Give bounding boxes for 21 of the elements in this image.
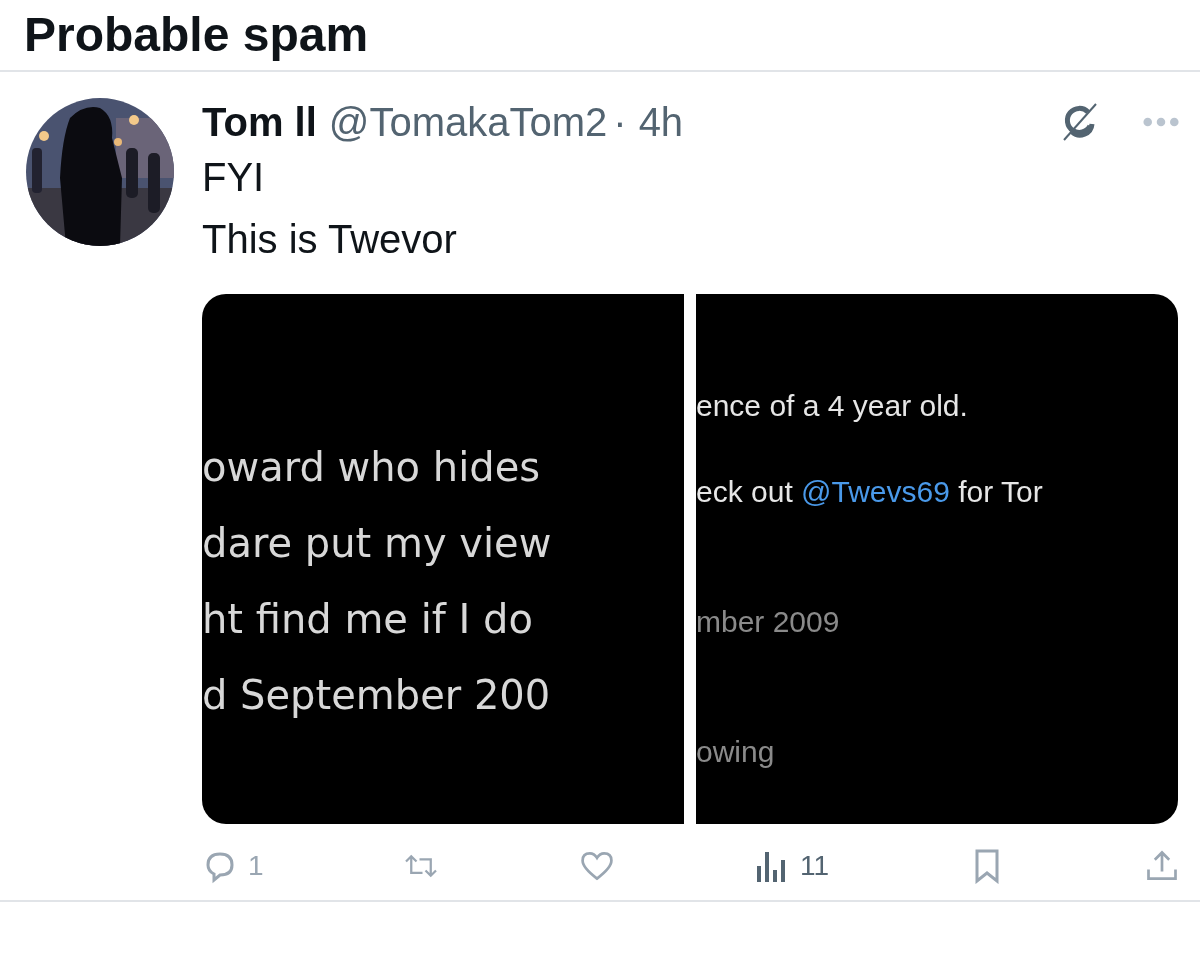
section-title: Probable spam [24, 8, 370, 62]
display-name[interactable]: Tom ll [202, 99, 317, 145]
post-time[interactable]: 4h [638, 99, 684, 145]
screenshot-text: mber 2009 [696, 605, 840, 638]
mention-link[interactable]: @Twevs69 [801, 475, 950, 508]
post-text: FYI [202, 154, 266, 201]
screenshot-text: d September 200 [202, 672, 551, 718]
screenshot-text: ence of a 4 year old. [696, 389, 968, 422]
screenshot-text: oward who hides [202, 444, 541, 490]
post-text: This is Twevor [202, 216, 458, 263]
screenshot-image[interactable]: ence of a 4 year old. eck out @Twevs69 for Tor mber 2009 owing [696, 294, 1178, 824]
screenshot-text: dare put my view [202, 520, 552, 566]
separator-dot: · [613, 99, 627, 145]
screenshot-text: for Tor [957, 475, 1043, 508]
screenshot-text: owing [696, 735, 775, 768]
screenshot-image[interactable]: oward who hides dare put my view ht find me if I do d September 200 [202, 294, 684, 824]
views-button[interactable]: 11 [754, 848, 830, 884]
more-icon[interactable] [1142, 116, 1180, 128]
screenshot-text: eck out [696, 475, 794, 508]
user-handle[interactable]: @TomakaTom2 [328, 99, 608, 145]
screenshot-text: ht find me if I do [202, 596, 533, 642]
